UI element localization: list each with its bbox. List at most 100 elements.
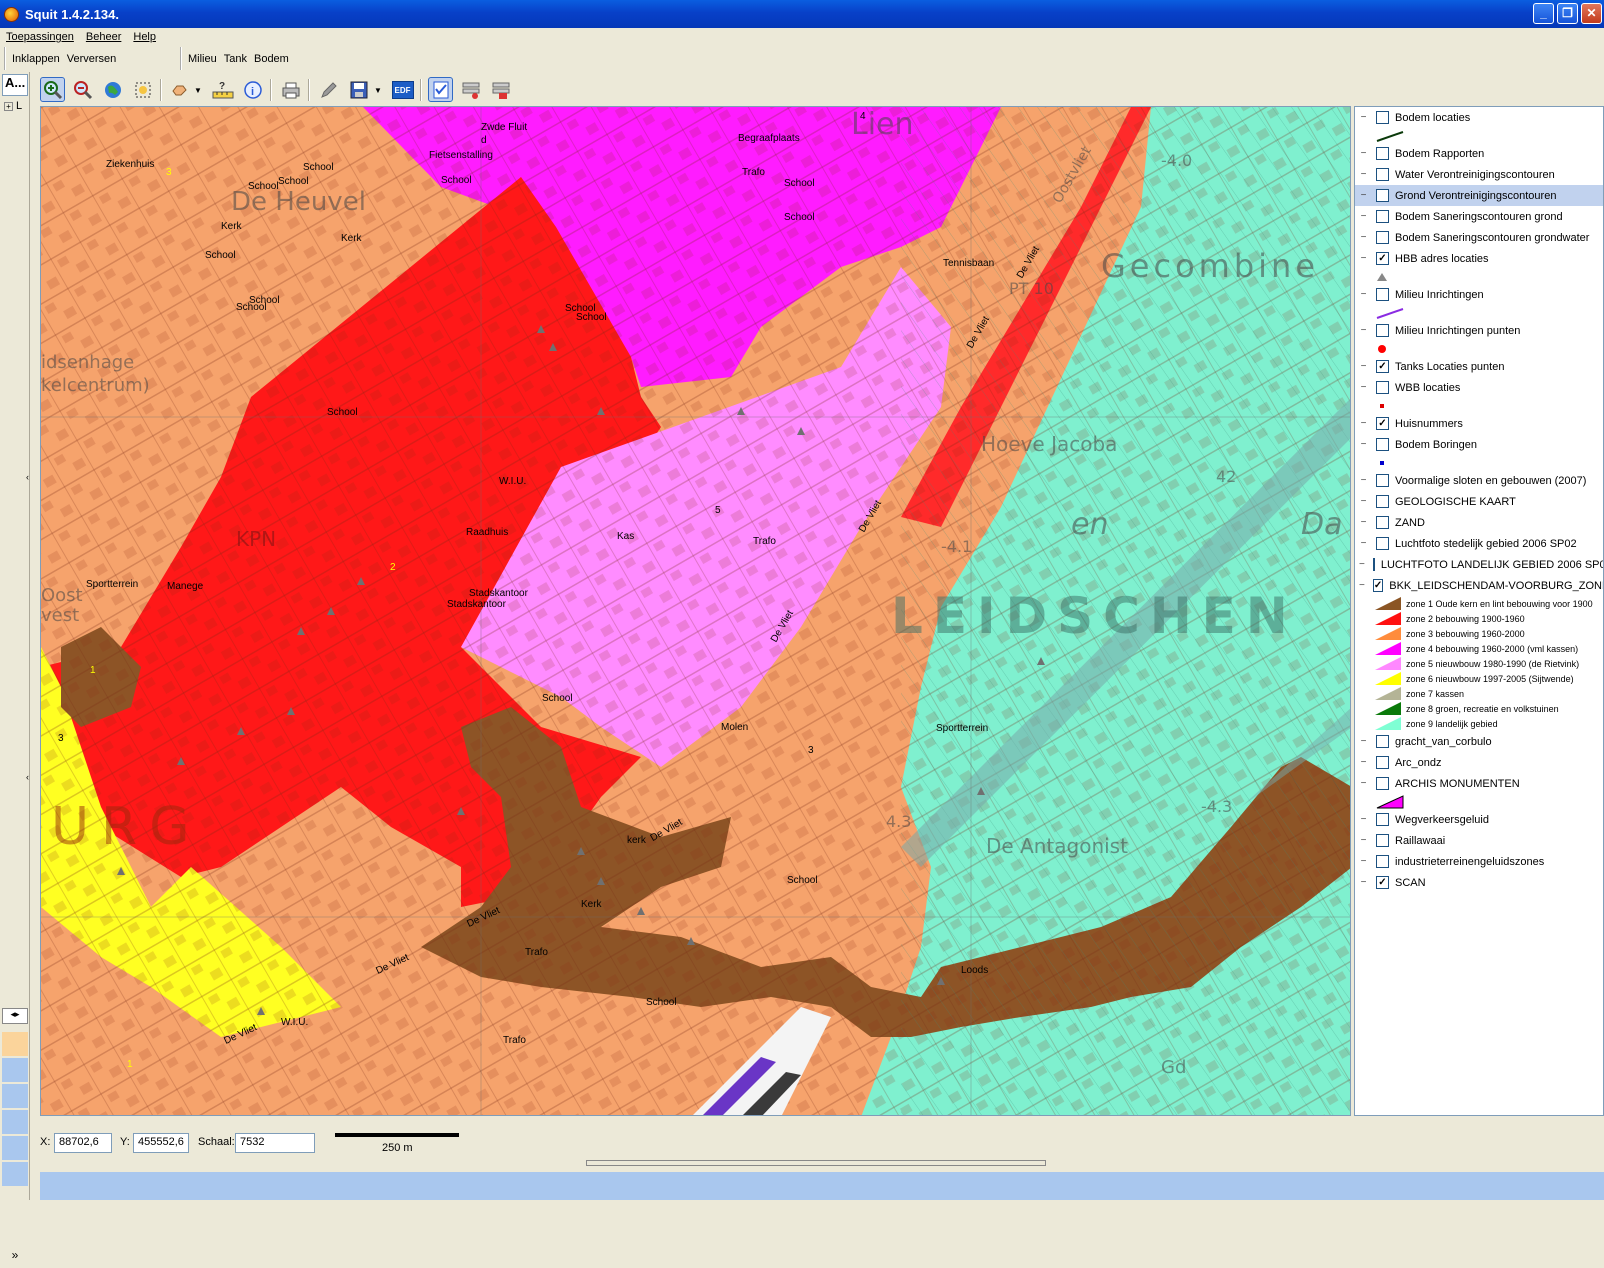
collapse-icon[interactable]: − [1359, 496, 1368, 507]
side-button[interactable] [2, 1162, 28, 1186]
layer-checkbox[interactable] [1376, 147, 1389, 160]
layer-item[interactable]: − Water Verontreinigingscontouren [1355, 164, 1603, 185]
tank-button[interactable]: Tank [224, 53, 247, 65]
side-button[interactable] [2, 1058, 28, 1082]
pencil-icon[interactable] [316, 77, 341, 102]
layer-item[interactable]: − Arc_ondz [1355, 752, 1603, 773]
left-tree-item[interactable]: + L [4, 100, 30, 112]
scale-field[interactable]: 7532 [235, 1133, 315, 1153]
layer-checkbox[interactable] [1376, 324, 1389, 337]
collapse-icon[interactable]: − [1359, 418, 1368, 429]
layer-checkbox[interactable] [1376, 111, 1389, 124]
layer-checkbox[interactable] [1376, 168, 1389, 181]
collapse-icon[interactable]: − [1359, 361, 1368, 372]
layer-item[interactable]: − ✓ Tanks Locaties punten [1355, 356, 1603, 377]
globe-icon[interactable] [100, 77, 125, 102]
collapse-icon[interactable]: − [1359, 232, 1368, 243]
layer-checkbox[interactable] [1376, 756, 1389, 769]
collapse-icon[interactable]: − [1359, 736, 1368, 747]
collapse-icon[interactable]: − [1359, 835, 1368, 846]
layer-checkbox[interactable] [1372, 558, 1375, 571]
layer-item[interactable]: − Bodem locaties [1355, 107, 1603, 128]
collapse-icon[interactable]: − [1359, 559, 1365, 570]
layer-item[interactable]: − WBB locaties [1355, 377, 1603, 398]
layer-checkbox[interactable] [1376, 381, 1389, 394]
x-coordinate-field[interactable]: 88702,6 [54, 1133, 112, 1153]
collapse-left-icon[interactable]: ‹ [26, 472, 29, 482]
map-view[interactable]: De Heuvel idsenhage kelcentrum) Oost ves… [40, 106, 1351, 1116]
collapse-icon[interactable]: − [1359, 475, 1368, 486]
left-panel-tab[interactable]: A... [2, 74, 28, 96]
horizontal-splitter[interactable] [586, 1160, 1046, 1166]
collapse-icon[interactable]: − [1359, 148, 1368, 159]
select-layer-delete-icon[interactable] [488, 77, 513, 102]
close-icon[interactable]: ✕ [1581, 3, 1602, 24]
inklappen-button[interactable]: Inklappen [12, 53, 60, 65]
layer-checkbox[interactable] [1376, 855, 1389, 868]
layer-item[interactable]: − industrieterreinengeluidszones [1355, 851, 1603, 872]
layer-item[interactable]: − Bodem Saneringscontouren grondwater [1355, 227, 1603, 248]
collapse-icon[interactable]: − [1359, 211, 1368, 222]
layer-checkbox[interactable]: ✓ [1376, 252, 1389, 265]
layer-item[interactable]: − Raillawaai [1355, 830, 1603, 851]
layer-checkbox[interactable] [1376, 189, 1389, 202]
maximize-icon[interactable]: ❐ [1557, 3, 1578, 24]
layer-checkbox[interactable]: ✓ [1376, 360, 1389, 373]
collapse-icon[interactable]: − [1359, 778, 1368, 789]
collapse-icon[interactable]: − [1359, 580, 1365, 591]
collapse-icon[interactable]: − [1359, 190, 1368, 201]
collapse-icon[interactable]: − [1359, 439, 1368, 450]
collapse-icon[interactable]: − [1359, 517, 1368, 528]
layer-checkbox[interactable] [1376, 495, 1389, 508]
expand-more-icon[interactable]: » [2, 1248, 28, 1268]
collapse-icon[interactable]: − [1359, 877, 1368, 888]
select-layer-icon[interactable] [458, 77, 483, 102]
bodem-button[interactable]: Bodem [254, 53, 289, 65]
collapse-icon[interactable]: − [1359, 289, 1368, 300]
collapse-icon[interactable]: − [1359, 253, 1368, 264]
layer-checkbox[interactable] [1376, 777, 1389, 790]
layer-item[interactable]: − ✓ HBB adres locaties [1355, 248, 1603, 269]
measure-icon[interactable]: ? [210, 77, 235, 102]
layer-checkbox[interactable] [1376, 735, 1389, 748]
collapse-icon[interactable]: − [1359, 856, 1368, 867]
layer-checkbox[interactable] [1376, 438, 1389, 451]
pan-hand-icon[interactable] [166, 77, 191, 102]
save-icon[interactable] [346, 77, 371, 102]
checklist-icon[interactable] [428, 77, 453, 102]
layer-item[interactable]: − Grond Verontreinigingscontouren [1355, 185, 1603, 206]
layer-item[interactable]: − ✓ BKK_LEIDSCHENDAM-VOORBURG_ZONER [1355, 575, 1603, 596]
layer-item[interactable]: − Luchtfoto stedelijk gebied 2006 SP02 [1355, 533, 1603, 554]
layer-item[interactable]: − Voormalige sloten en gebouwen (2007) [1355, 470, 1603, 491]
layer-item[interactable]: − LUCHTFOTO LANDELIJK GEBIED 2006 SP02 [1355, 554, 1603, 575]
layer-item[interactable]: − ZAND [1355, 512, 1603, 533]
collapse-icon[interactable]: − [1359, 382, 1368, 393]
layer-checkbox[interactable] [1376, 537, 1389, 550]
collapse-icon[interactable]: − [1359, 757, 1368, 768]
layer-item[interactable]: − Bodem Boringen [1355, 434, 1603, 455]
collapse-icon[interactable]: − [1359, 538, 1368, 549]
layer-item[interactable]: − Milieu Inrichtingen [1355, 284, 1603, 305]
layer-item[interactable]: − ARCHIS MONUMENTEN [1355, 773, 1603, 794]
layer-checkbox[interactable]: ✓ [1376, 876, 1389, 889]
info-icon[interactable]: i [240, 77, 265, 102]
chevron-down-icon[interactable]: ▼ [374, 86, 382, 95]
layer-checkbox[interactable] [1376, 231, 1389, 244]
collapse-icon[interactable]: − [1359, 814, 1368, 825]
layer-checkbox[interactable] [1376, 288, 1389, 301]
zoom-out-icon[interactable] [70, 77, 95, 102]
collapse-icon[interactable]: − [1359, 112, 1368, 123]
layer-checkbox[interactable] [1376, 813, 1389, 826]
menu-help[interactable]: Help [133, 31, 156, 43]
minimize-icon[interactable]: _ [1533, 3, 1554, 24]
menu-toepassingen[interactable]: Toepassingen [6, 31, 74, 43]
side-button[interactable] [2, 1032, 28, 1056]
collapse-left-icon[interactable]: ‹ [26, 772, 29, 782]
print-icon[interactable] [278, 77, 303, 102]
layer-item[interactable]: − GEOLOGISCHE KAART [1355, 491, 1603, 512]
y-coordinate-field[interactable]: 455552,6 [133, 1133, 189, 1153]
layer-item[interactable]: − ✓ Huisnummers [1355, 413, 1603, 434]
collapse-icon[interactable]: − [1359, 325, 1368, 336]
verversen-button[interactable]: Verversen [67, 53, 117, 65]
layer-item[interactable]: − Wegverkeersgeluid [1355, 809, 1603, 830]
